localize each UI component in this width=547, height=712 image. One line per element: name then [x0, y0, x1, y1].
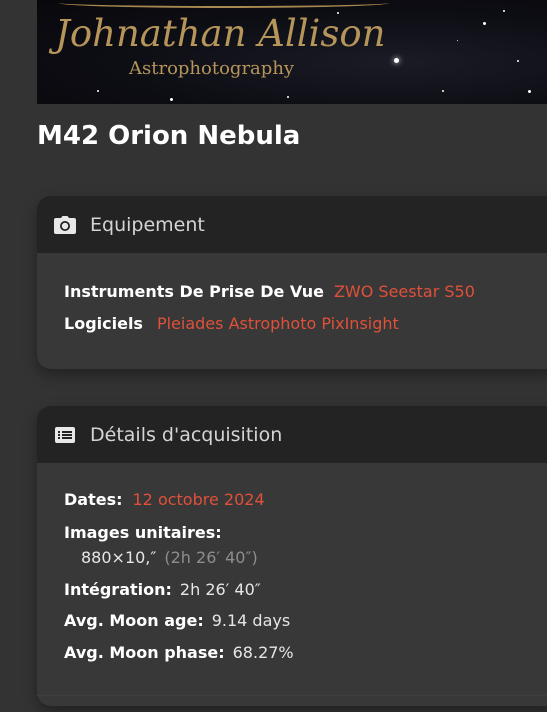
star-decoration	[97, 90, 99, 92]
dates-label: Dates:	[64, 490, 123, 509]
banner-logo-name: Johnathan Allison	[55, 12, 386, 55]
frames-label-row: Images unitaires:	[64, 523, 222, 543]
star-decoration	[337, 12, 339, 14]
moon-phase-row: Avg. Moon phase: 68.27%	[64, 643, 294, 663]
acquisition-card-header: Détails d'acquisition	[37, 406, 547, 463]
software-label: Logiciels	[64, 314, 143, 333]
moon-age-row: Avg. Moon age: 9.14 days	[64, 611, 290, 631]
equipment-card-header: Equipement	[37, 196, 547, 253]
frames-label: Images unitaires:	[64, 523, 222, 542]
integration-label: Intégration:	[64, 580, 172, 599]
equipment-card-title: Equipement	[90, 213, 205, 236]
star-decoration	[170, 98, 173, 101]
divider	[37, 695, 547, 696]
software-row: Logiciels Pleiades Astrophoto PixInsight	[64, 314, 399, 334]
frames-value: 880×10,″	[81, 548, 157, 567]
camera-icon	[54, 215, 76, 235]
banner-arc-decoration	[59, 0, 389, 8]
star-decoration	[394, 58, 399, 63]
software-link[interactable]: Pleiades Astrophoto PixInsight	[157, 314, 399, 333]
moon-phase-value: 68.27%	[232, 643, 294, 662]
integration-value: 2h 26′ 40″	[179, 580, 261, 599]
frames-value-row: 880×10,″ (2h 26′ 40″)	[81, 548, 258, 568]
list-icon	[54, 425, 76, 445]
moon-age-value: 9.14 days	[211, 611, 291, 630]
frames-total: (2h 26′ 40″)	[164, 548, 258, 567]
star-decoration	[442, 90, 444, 92]
header-banner[interactable]: Johnathan Allison Astrophotography	[37, 0, 547, 104]
page-title: M42 Orion Nebula	[37, 121, 301, 151]
star-decoration	[483, 22, 486, 25]
dates-row: Dates: 12 octobre 2024	[64, 490, 265, 510]
instruments-row: Instruments De Prise De Vue ZWO Seestar S…	[64, 282, 475, 302]
acquisition-card-title: Détails d'acquisition	[90, 423, 283, 446]
instruments-label: Instruments De Prise De Vue	[64, 282, 324, 301]
equipment-card: Equipement Instruments De Prise De Vue ZW…	[37, 196, 547, 369]
star-decoration	[503, 10, 505, 12]
banner-logo-subtitle: Astrophotography	[129, 58, 295, 79]
moon-age-label: Avg. Moon age:	[64, 611, 204, 630]
moon-phase-label: Avg. Moon phase:	[64, 643, 225, 662]
page: Johnathan Allison Astrophotography M42 O…	[0, 0, 547, 712]
star-decoration	[457, 40, 458, 41]
integration-row: Intégration: 2h 26′ 40″	[64, 580, 261, 600]
star-decoration	[517, 60, 519, 62]
star-decoration	[528, 90, 531, 93]
acquisition-card: Détails d'acquisition Dates: 12 octobre 2…	[37, 406, 547, 706]
star-decoration	[287, 96, 289, 98]
dates-link[interactable]: 12 octobre 2024	[133, 490, 265, 509]
instrument-link[interactable]: ZWO Seestar S50	[334, 282, 475, 301]
